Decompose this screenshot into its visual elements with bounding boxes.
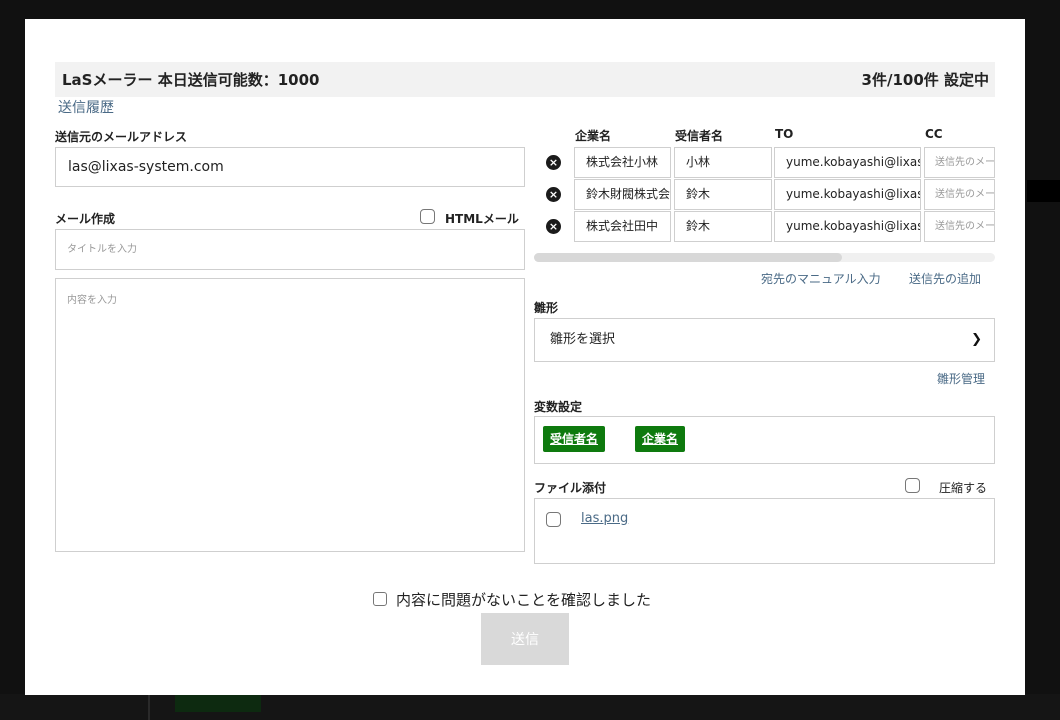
file-select-checkbox[interactable] bbox=[546, 512, 561, 527]
recipient-name-cell[interactable]: 鈴木 bbox=[674, 179, 772, 210]
mail-title-input[interactable] bbox=[55, 229, 525, 270]
sender-email-input[interactable] bbox=[55, 147, 525, 187]
col-header-cc: CC bbox=[925, 127, 943, 141]
mail-body-input[interactable] bbox=[55, 278, 525, 552]
variable-chip-recipient[interactable]: 受信者名 bbox=[543, 426, 606, 452]
cc-email-cell[interactable]: 送信先のメールアドレス bbox=[924, 179, 995, 210]
variable-chip-company[interactable]: 企業名 bbox=[635, 426, 686, 452]
company-cell[interactable]: 株式会社小林 bbox=[574, 147, 671, 178]
chevron-down-icon: ❯ bbox=[971, 332, 982, 347]
table-scrollbar-thumb[interactable] bbox=[534, 253, 842, 262]
header-title: LaSメーラー 本日送信可能数：1000 bbox=[62, 71, 320, 89]
remove-row-icon[interactable]: × bbox=[546, 187, 561, 202]
backdrop-strip bbox=[0, 694, 1060, 720]
company-cell[interactable]: 鈴木財閥株式会社 bbox=[574, 179, 671, 210]
add-recipient-link[interactable]: 送信先の追加 bbox=[909, 270, 981, 287]
attachments-label: ファイル添付 bbox=[534, 481, 607, 495]
manual-recipient-link[interactable]: 宛先のマニュアル入力 bbox=[761, 270, 881, 287]
to-email-cell[interactable]: yume.kobayashi@lixas bbox=[774, 147, 921, 178]
confirm-label: 内容に問題がないことを確認しました bbox=[396, 591, 652, 609]
compress-checkbox[interactable] bbox=[905, 478, 920, 493]
template-label: 雛形 bbox=[534, 301, 559, 315]
mailer-modal: LaSメーラー 本日送信可能数：1000 3件/100件 設定中 送信履歴 送信… bbox=[25, 19, 1025, 695]
attached-file-link[interactable]: las.png bbox=[581, 511, 628, 526]
html-mail-label: HTMLメール bbox=[445, 212, 519, 226]
sender-label: 送信元のメールアドレス bbox=[55, 130, 188, 144]
template-select[interactable]: 雛形を選択 ❯ bbox=[534, 318, 995, 362]
col-header-recipient: 受信者名 bbox=[675, 129, 724, 143]
compress-label: 圧縮する bbox=[939, 481, 988, 495]
company-cell[interactable]: 株式会社田中 bbox=[574, 211, 671, 242]
remove-row-icon[interactable]: × bbox=[546, 219, 561, 234]
html-mail-checkbox[interactable] bbox=[420, 209, 435, 224]
header-count: 3件/100件 設定中 bbox=[861, 71, 989, 89]
send-history-link[interactable]: 送信履歴 bbox=[58, 97, 114, 117]
col-header-company: 企業名 bbox=[575, 129, 612, 143]
backdrop-tag bbox=[1027, 180, 1060, 202]
to-email-cell[interactable]: yume.kobayashi@lixas bbox=[774, 211, 921, 242]
recipient-name-cell[interactable]: 鈴木 bbox=[674, 211, 772, 242]
cc-email-cell[interactable]: 送信先のメールアドレス bbox=[924, 147, 995, 178]
variables-label: 変数設定 bbox=[534, 400, 583, 414]
cc-email-cell[interactable]: 送信先のメールアドレス bbox=[924, 211, 995, 242]
col-header-to: TO bbox=[775, 127, 794, 141]
remove-row-icon[interactable]: × bbox=[546, 155, 561, 170]
variables-box: 受信者名 企業名 bbox=[534, 416, 995, 464]
compose-label: メール作成 bbox=[55, 212, 116, 226]
attachment-list: las.png bbox=[534, 498, 995, 564]
template-select-value: 雛形を選択 bbox=[550, 332, 616, 347]
template-manage-link[interactable]: 雛形管理 bbox=[937, 370, 985, 387]
confirm-checkbox[interactable] bbox=[373, 592, 387, 606]
recipient-name-cell[interactable]: 小林 bbox=[674, 147, 772, 178]
backdrop-green-block bbox=[175, 694, 261, 712]
send-button[interactable]: 送信 bbox=[481, 613, 569, 665]
backdrop-divider bbox=[148, 694, 150, 720]
modal-header: LaSメーラー 本日送信可能数：1000 3件/100件 設定中 bbox=[55, 62, 995, 97]
to-email-cell[interactable]: yume.kobayashi@lixas bbox=[774, 179, 921, 210]
